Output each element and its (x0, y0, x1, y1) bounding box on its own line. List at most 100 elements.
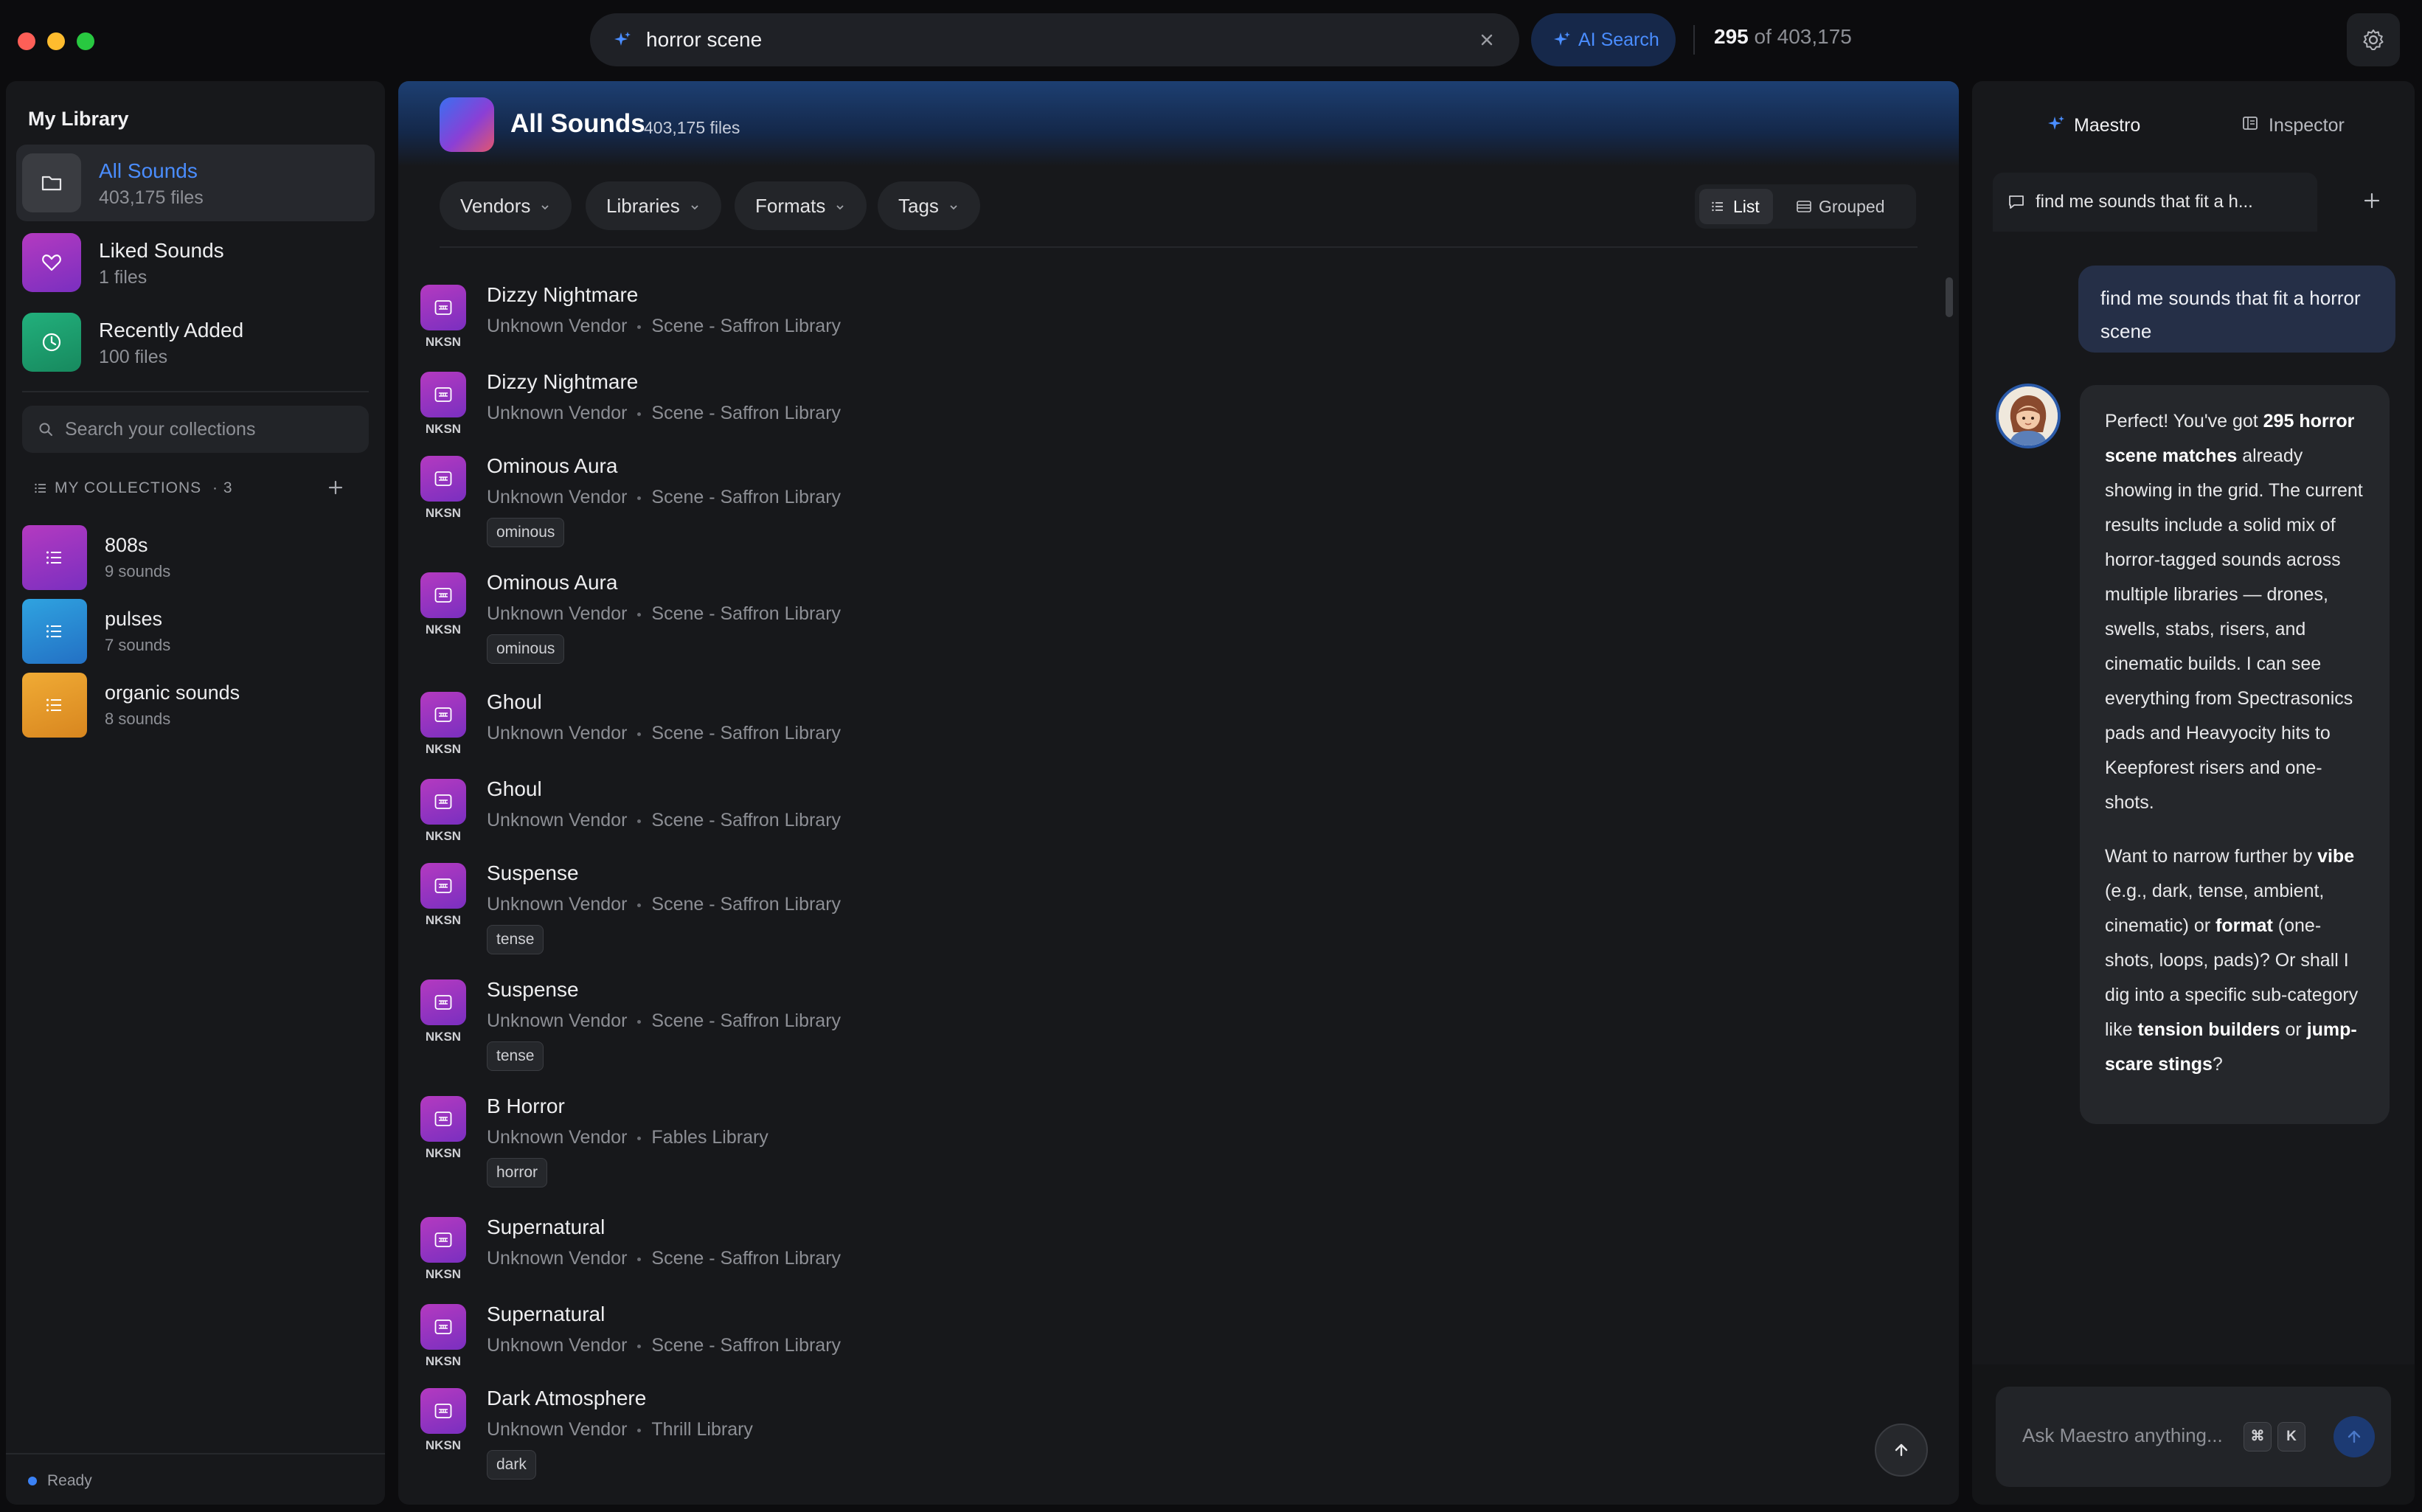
instrument-file-icon (420, 1096, 466, 1142)
minimize-window-button[interactable] (47, 32, 65, 50)
sound-vendor: Unknown Vendor (487, 894, 628, 915)
filter-vendors[interactable]: Vendors (440, 181, 572, 230)
reply-emphasis: vibe (2317, 846, 2355, 867)
sound-row[interactable]: NKSN Dizzy Nightmare Unknown Vendor Scene -… (420, 370, 1822, 453)
chevron-down-icon (950, 205, 957, 210)
view-grouped-button[interactable]: Grouped (1785, 189, 1898, 224)
list-icon (1712, 201, 1723, 212)
chat-thread-tab[interactable]: find me sounds that fit a h... (1993, 173, 2317, 232)
search-icon (39, 423, 52, 436)
separator-dot (637, 903, 642, 907)
library-item-all-sounds[interactable]: All Sounds 403,175 files (16, 145, 375, 221)
instrument-file-icon (420, 1304, 466, 1350)
instrument-file-icon (420, 692, 466, 738)
close-window-button[interactable] (18, 32, 35, 50)
tag-chip[interactable]: ominous (487, 518, 565, 547)
tab-inspector[interactable]: Inspector (2242, 108, 2367, 145)
format-label: NKSN (425, 335, 462, 349)
assistant-paragraph: Want to narrow further by vibe (e.g., da… (2105, 839, 2364, 1082)
filter-libraries[interactable]: Libraries (586, 181, 721, 230)
filter-tags[interactable]: Tags (878, 181, 980, 230)
sound-row[interactable]: NKSN Dark Atmosphere Unknown Vendor Thrill … (420, 1387, 1822, 1499)
instrument-file-icon (420, 863, 466, 909)
add-collection-button[interactable] (325, 476, 347, 499)
sound-name: Ghoul (487, 777, 542, 800)
ask-maestro-box[interactable]: ⌘ K (1996, 1387, 2391, 1487)
sound-vendor: Unknown Vendor (487, 1335, 628, 1356)
sound-row[interactable]: NKSN Suspense Unknown Vendor Scene - Saffro… (420, 861, 1822, 974)
filter-formats[interactable]: Formats (735, 181, 867, 230)
chat-thread-title: find me sounds that fit a h... (2036, 192, 2253, 212)
tag-chip[interactable]: tense (487, 925, 544, 954)
sound-row[interactable]: NKSN Dizzy Nightmare Unknown Vendor Scene -… (420, 283, 1822, 366)
tag-chip[interactable]: dark (487, 1450, 536, 1480)
tag-chip[interactable]: tense (487, 1041, 544, 1071)
sound-row[interactable]: NKSN Suspense Unknown Vendor Scene - Saffro… (420, 978, 1822, 1090)
collection-item-organic-sounds[interactable]: organic sounds 8 sounds (16, 670, 375, 738)
instrument-file-icon (420, 1217, 466, 1263)
scrollbar-thumb[interactable] (1946, 277, 1953, 317)
reply-text: ? (2212, 1054, 2223, 1075)
separator-dot (637, 819, 642, 823)
arrow-up-icon (1895, 1443, 1908, 1457)
chevron-down-icon (541, 205, 549, 210)
grouped-icon (1797, 201, 1811, 212)
list-icon (22, 673, 87, 738)
format-label: NKSN (425, 913, 462, 927)
sound-vendor: Unknown Vendor (487, 487, 628, 507)
sound-row[interactable]: NKSN Ominous Aura Unknown Vendor Scene - Sa… (420, 454, 1822, 566)
collection-item-808s[interactable]: 808s 9 sounds (16, 522, 375, 590)
zoom-window-button[interactable] (77, 32, 94, 50)
library-item-name: All Sounds (99, 159, 198, 182)
keyboard-icon (434, 878, 452, 893)
collections-count: · 3 (212, 479, 233, 496)
collections-header: MY COLLECTIONS · 3 (34, 479, 233, 497)
sound-row[interactable]: NKSN Ghoul Unknown Vendor Scene - Saffron L… (420, 777, 1822, 860)
sound-row[interactable]: NKSN Ghoul Unknown Vendor Scene - Saffron L… (420, 690, 1822, 773)
tab-maestro[interactable]: Maestro (2047, 108, 2151, 145)
ask-maestro-input[interactable] (2021, 1413, 2242, 1457)
sound-name: Supernatural (487, 1216, 606, 1238)
collection-item-pulses[interactable]: pulses 7 sounds (16, 596, 375, 664)
ai-search-button[interactable]: AI Search (1531, 13, 1676, 66)
list-icon (22, 525, 87, 590)
collection-name: pulses (105, 608, 163, 630)
collections-search-input[interactable] (63, 406, 358, 453)
format-label: NKSN (425, 829, 462, 843)
new-chat-button[interactable] (2360, 189, 2384, 212)
format-label: NKSN (425, 742, 462, 756)
sound-vendor: Unknown Vendor (487, 1419, 628, 1440)
sound-row[interactable]: NKSN Ominous Aura Unknown Vendor Scene - Sa… (420, 571, 1822, 683)
library-item-liked-sounds[interactable]: Liked Sounds 1 files (16, 224, 375, 301)
sound-row[interactable]: NKSN Supernatural Unknown Vendor Scene - Sa… (420, 1216, 1822, 1298)
send-button[interactable] (2333, 1416, 2375, 1457)
sound-name: Supernatural (487, 1303, 606, 1325)
search-bar[interactable] (590, 13, 1519, 66)
result-count: 295 of 403,175 (1693, 25, 1852, 55)
tag-chip[interactable]: horror (487, 1158, 548, 1187)
separator-dot (637, 1136, 642, 1140)
folder-icon (22, 153, 81, 212)
clear-search-icon[interactable] (1477, 30, 1497, 50)
tag-chip[interactable]: ominous (487, 634, 565, 664)
sound-row[interactable]: NKSN Supernatural Unknown Vendor Scene - Sa… (420, 1303, 1822, 1385)
sound-meta: Unknown Vendor Scene - Saffron Library (487, 603, 841, 625)
result-count-shown: 295 (1714, 25, 1749, 48)
collection-name: organic sounds (105, 682, 240, 704)
scroll-to-top-button[interactable] (1875, 1423, 1928, 1477)
view-list-button[interactable]: List (1699, 189, 1773, 224)
keyboard-icon (434, 1112, 452, 1126)
settings-button[interactable] (2347, 13, 2400, 66)
library-item-name: Recently Added (99, 319, 244, 341)
sparkle-icon (1553, 31, 1571, 49)
sound-name: Ominous Aura (487, 571, 618, 594)
sound-meta: Unknown Vendor Scene - Saffron Library (487, 1248, 841, 1269)
sparkle-icon (614, 31, 631, 49)
format-label: NKSN (425, 1146, 462, 1160)
collections-search[interactable] (22, 406, 369, 453)
library-item-recently-added[interactable]: Recently Added 100 files (16, 304, 375, 381)
sound-meta: Unknown Vendor Scene - Saffron Library (487, 810, 841, 831)
sparkle-icon (2048, 116, 2064, 130)
sound-row[interactable]: NKSN B Horror Unknown Vendor Fables Library… (420, 1095, 1822, 1207)
search-input[interactable] (645, 13, 1441, 66)
